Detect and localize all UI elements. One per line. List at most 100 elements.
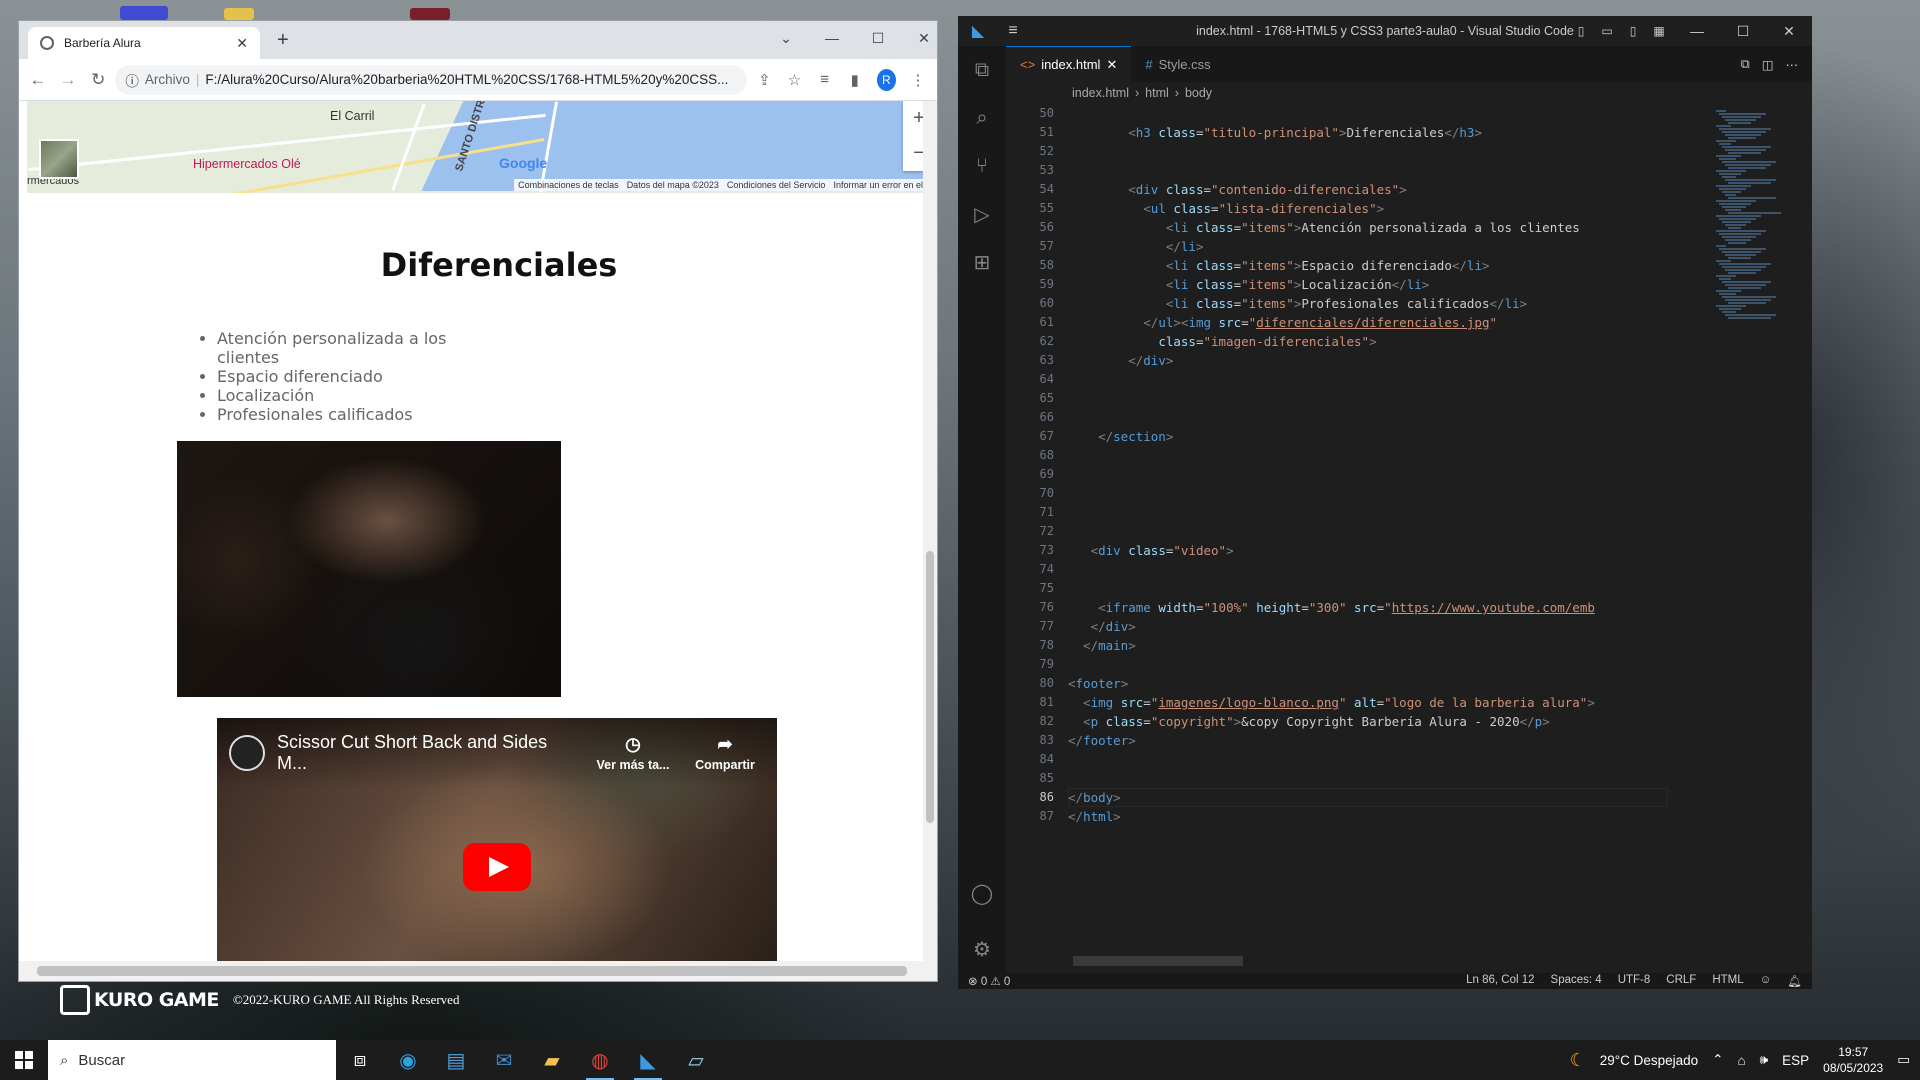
accounts-icon[interactable]: ◯: [958, 869, 1006, 917]
reload-button[interactable]: ↻: [85, 70, 111, 90]
breadcrumb-body[interactable]: body: [1185, 86, 1212, 100]
tab-index-html[interactable]: <> index.html ✕: [1006, 46, 1132, 82]
open-preview-icon[interactable]: ⧉: [1741, 57, 1750, 72]
volume-icon[interactable]: 🕪︎: [1760, 1052, 1769, 1068]
editor-horizontal-scrollbar[interactable]: [1073, 956, 1243, 966]
code-line[interactable]: </html>: [1068, 807, 1121, 826]
code-line[interactable]: <div class="video">: [1068, 541, 1234, 560]
desktop-icon[interactable]: [224, 8, 254, 20]
code-line[interactable]: </div>: [1068, 617, 1136, 636]
channel-avatar[interactable]: [229, 735, 265, 771]
close-tab-icon[interactable]: ✕: [236, 35, 248, 52]
more-actions-icon[interactable]: ⋯: [1786, 57, 1799, 72]
clock[interactable]: 19:57 08/05/2023: [1823, 1044, 1883, 1076]
minimap[interactable]: [1708, 104, 1798, 973]
store-icon[interactable]: ▤: [432, 1040, 480, 1080]
satellite-toggle[interactable]: [39, 139, 79, 179]
code-line[interactable]: <div class="contenido-diferenciales">: [1068, 180, 1407, 199]
desktop-icon[interactable]: [410, 8, 450, 20]
code-line[interactable]: </body>: [1068, 788, 1121, 807]
new-tab-button[interactable]: +: [277, 29, 289, 52]
show-hidden-icons-icon[interactable]: ⌃: [1712, 1052, 1723, 1068]
code-editor[interactable]: <h3 class="titulo-principal">Diferencial…: [1068, 104, 1668, 973]
notifications-icon[interactable]: ▭: [1897, 1052, 1910, 1068]
map-footer-link[interactable]: Informar un error en el: [833, 180, 923, 190]
mail-icon[interactable]: ✉: [480, 1040, 528, 1080]
breadcrumb-file[interactable]: index.html: [1072, 86, 1129, 100]
feedback-icon[interactable]: ☺: [1760, 974, 1772, 988]
scroll-thumb[interactable]: [926, 551, 934, 823]
code-line[interactable]: </ul><img src="diferenciales/diferencial…: [1068, 313, 1497, 332]
weather-moon-icon[interactable]: ☾: [1570, 1050, 1586, 1071]
close-tab-icon[interactable]: ✕: [1106, 57, 1117, 73]
code-line[interactable]: <li class="items">Atención personalizada…: [1068, 218, 1580, 237]
code-line[interactable]: <ul class="lista-diferenciales">: [1068, 199, 1384, 218]
network-icon[interactable]: ⌂: [1737, 1053, 1745, 1068]
encoding[interactable]: UTF-8: [1618, 974, 1651, 988]
desktop-icon[interactable]: [120, 6, 168, 20]
task-view-icon[interactable]: ⧈: [336, 1040, 384, 1080]
toggle-panel-icon[interactable]: ▭: [1598, 24, 1616, 38]
code-line[interactable]: </section>: [1068, 427, 1173, 446]
run-debug-icon[interactable]: ▷: [958, 190, 1006, 238]
code-line[interactable]: <li class="items">Espacio diferenciado</…: [1068, 256, 1490, 275]
code-line[interactable]: </main>: [1068, 636, 1136, 655]
split-editor-icon[interactable]: ◫: [1762, 57, 1774, 72]
code-line[interactable]: <li class="items">Profesionales califica…: [1068, 294, 1527, 313]
browser-tab[interactable]: Barbería Alura ✕: [28, 27, 260, 59]
code-line[interactable]: <h3 class="titulo-principal">Diferencial…: [1068, 123, 1482, 142]
code-line[interactable]: <img src="imagenes/logo-blanco.png" alt=…: [1068, 693, 1595, 712]
weather-text[interactable]: 29°C Despejado: [1600, 1053, 1698, 1068]
code-line[interactable]: <footer>: [1068, 674, 1128, 693]
maximize-button[interactable]: ☐: [1720, 23, 1766, 40]
language-mode[interactable]: HTML: [1712, 974, 1743, 988]
file-explorer-icon[interactable]: ▰: [528, 1040, 576, 1080]
code-line[interactable]: <p class="copyright">&copy Copyright Bar…: [1068, 712, 1550, 731]
toggle-sidebar-icon[interactable]: ▯: [1572, 24, 1590, 38]
taskbar-search[interactable]: ⌕ Buscar: [48, 1040, 336, 1080]
edge-icon[interactable]: ◉: [384, 1040, 432, 1080]
tab-search-icon[interactable]: ⌄: [763, 21, 809, 55]
problems-indicator[interactable]: ⊗ 0 ⚠ 0: [968, 974, 1010, 988]
explorer-icon[interactable]: ⧉: [958, 46, 1006, 94]
omnibox[interactable]: ⓘ Archivo | F:/Alura%20Curso/Alura%20bar…: [115, 64, 748, 95]
vertical-scrollbar[interactable]: [923, 101, 937, 961]
start-button[interactable]: [0, 1040, 48, 1080]
source-control-icon[interactable]: ⑂: [958, 142, 1006, 190]
youtube-embed[interactable]: Scissor Cut Short Back and Sides M... ◷ V…: [217, 718, 777, 961]
bookmark-star-icon[interactable]: ☆: [781, 71, 807, 89]
info-icon[interactable]: ⓘ: [125, 70, 139, 90]
menu-kebab-icon[interactable]: ⋮: [905, 71, 931, 89]
hamburger-menu-icon[interactable]: ≡: [998, 22, 1028, 40]
tab-style-css[interactable]: # Style.css: [1131, 46, 1224, 82]
code-line[interactable]: </footer>: [1068, 731, 1136, 750]
code-line[interactable]: </li>: [1068, 237, 1204, 256]
minimize-button[interactable]: —: [809, 21, 855, 55]
code-line[interactable]: </div>: [1068, 351, 1173, 370]
notifications-bell-icon[interactable]: 🔔︎: [1787, 974, 1802, 988]
back-button[interactable]: ←: [25, 70, 51, 90]
vscode-icon[interactable]: ◣: [624, 1040, 672, 1080]
extensions-icon[interactable]: ⊞: [958, 238, 1006, 286]
code-line[interactable]: <li class="items">Localización</li>: [1068, 275, 1429, 294]
code-line[interactable]: class="imagen-diferenciales">: [1068, 332, 1376, 351]
map-footer-link[interactable]: Condiciones del Servicio: [727, 180, 826, 190]
notepad-icon[interactable]: ▱: [672, 1040, 720, 1080]
reading-list-icon[interactable]: ≡: [812, 71, 838, 88]
scroll-thumb[interactable]: [37, 966, 907, 976]
watch-later-button[interactable]: ◷ Ver más ta...: [593, 734, 673, 772]
play-button[interactable]: [463, 843, 531, 891]
map-footer-link[interactable]: Combinaciones de teclas: [518, 180, 619, 190]
chrome-icon[interactable]: ◍: [576, 1040, 624, 1080]
side-panel-icon[interactable]: ▮: [842, 71, 868, 89]
share-button[interactable]: ➦ Compartir: [685, 734, 765, 772]
code-line[interactable]: <iframe width="100%" height="300" src="h…: [1068, 598, 1595, 617]
horizontal-scrollbar[interactable]: [19, 961, 937, 981]
breadcrumb-html[interactable]: html: [1145, 86, 1169, 100]
customize-layout-icon[interactable]: ▦: [1650, 24, 1668, 38]
video-title[interactable]: Scissor Cut Short Back and Sides M...: [277, 732, 581, 774]
embedded-map[interactable]: El Carril Hipermercados Olé SANTO DISTRI…: [27, 101, 937, 193]
close-button[interactable]: ✕: [901, 21, 937, 55]
settings-gear-icon[interactable]: ⚙: [958, 925, 1006, 973]
indentation[interactable]: Spaces: 4: [1551, 974, 1602, 988]
